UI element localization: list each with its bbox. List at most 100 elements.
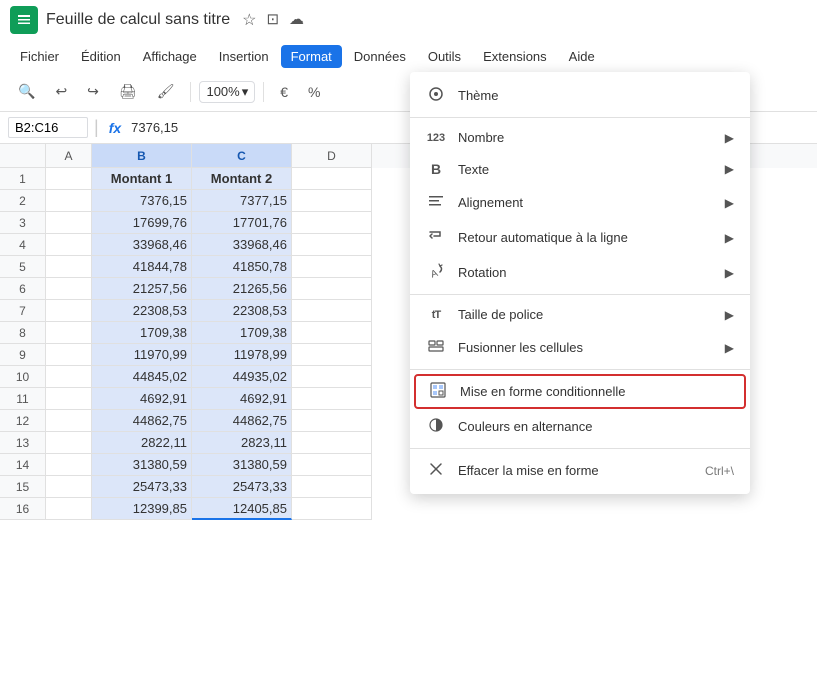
cell-12a[interactable] <box>46 410 92 432</box>
cell-11d[interactable] <box>292 388 372 410</box>
cell-9a[interactable] <box>46 344 92 366</box>
cell-7a[interactable] <box>46 300 92 322</box>
cell-1a[interactable] <box>46 168 92 190</box>
cell-3b[interactable]: 17699,76 <box>92 212 192 234</box>
menu-item-rotation[interactable]: A Rotation ▶ <box>410 255 750 290</box>
cell-4b[interactable]: 33968,46 <box>92 234 192 256</box>
menu-item-mef[interactable]: Mise en forme conditionnelle <box>414 374 746 409</box>
currency-button[interactable]: € <box>272 80 296 104</box>
cell-15b[interactable]: 25473,33 <box>92 476 192 498</box>
menu-edition[interactable]: Édition <box>71 45 131 68</box>
cell-14b[interactable]: 31380,59 <box>92 454 192 476</box>
cell-15a[interactable] <box>46 476 92 498</box>
cell-2c[interactable]: 7377,15 <box>192 190 292 212</box>
cell-16d[interactable] <box>292 498 372 520</box>
cell-11b[interactable]: 4692,91 <box>92 388 192 410</box>
col-header-d[interactable]: D <box>292 144 372 168</box>
cell-6a[interactable] <box>46 278 92 300</box>
col-header-c[interactable]: C <box>192 144 292 168</box>
cell-2d[interactable] <box>292 190 372 212</box>
undo-button[interactable]: ↩ <box>47 79 75 104</box>
menu-format[interactable]: Format <box>281 45 342 68</box>
cell-14c[interactable]: 31380,59 <box>192 454 292 476</box>
cell-4a[interactable] <box>46 234 92 256</box>
menu-item-nombre[interactable]: 123 Nombre ▶ <box>410 122 750 153</box>
cell-8d[interactable] <box>292 322 372 344</box>
cell-8b[interactable]: 1709,38 <box>92 322 192 344</box>
cell-7c[interactable]: 22308,53 <box>192 300 292 322</box>
menu-extensions[interactable]: Extensions <box>473 45 557 68</box>
menu-item-alignement[interactable]: Alignement ▶ <box>410 185 750 220</box>
cell-reference[interactable]: B2:C16 <box>8 117 88 138</box>
cell-14d[interactable] <box>292 454 372 476</box>
menu-item-taille[interactable]: tT Taille de police ▶ <box>410 299 750 330</box>
menu-aide[interactable]: Aide <box>559 45 605 68</box>
cell-10c[interactable]: 44935,02 <box>192 366 292 388</box>
cloud-icon[interactable]: ☁ <box>289 10 304 30</box>
cell-8a[interactable] <box>46 322 92 344</box>
cell-6b[interactable]: 21257,56 <box>92 278 192 300</box>
cell-13d[interactable] <box>292 432 372 454</box>
cell-4d[interactable] <box>292 234 372 256</box>
menu-item-effacer[interactable]: Effacer la mise en forme Ctrl+\ <box>410 453 750 488</box>
cell-11a[interactable] <box>46 388 92 410</box>
menu-item-fusionner[interactable]: Fusionner les cellules ▶ <box>410 330 750 365</box>
cell-7d[interactable] <box>292 300 372 322</box>
cell-6c[interactable]: 21265,56 <box>192 278 292 300</box>
print-button[interactable]: 🖨 <box>111 79 145 104</box>
cell-13a[interactable] <box>46 432 92 454</box>
redo-button[interactable]: ↪ <box>79 79 107 104</box>
cell-15d[interactable] <box>292 476 372 498</box>
cell-3d[interactable] <box>292 212 372 234</box>
col-header-a[interactable]: A <box>46 144 92 168</box>
cell-7b[interactable]: 22308,53 <box>92 300 192 322</box>
cell-1c[interactable]: Montant 2 <box>192 168 292 190</box>
search-button[interactable]: 🔍 <box>10 79 43 104</box>
folder-icon[interactable]: ⊡ <box>266 10 279 30</box>
cell-5d[interactable] <box>292 256 372 278</box>
cell-12b[interactable]: 44862,75 <box>92 410 192 432</box>
percent-button[interactable]: % <box>300 80 328 104</box>
cell-1d[interactable] <box>292 168 372 190</box>
menu-item-theme[interactable]: Thème <box>410 78 750 113</box>
cell-10b[interactable]: 44845,02 <box>92 366 192 388</box>
cell-9b[interactable]: 11970,99 <box>92 344 192 366</box>
menu-item-alternance[interactable]: Couleurs en alternance <box>410 409 750 444</box>
cell-8c[interactable]: 1709,38 <box>192 322 292 344</box>
menu-outils[interactable]: Outils <box>418 45 471 68</box>
cell-16a[interactable] <box>46 498 92 520</box>
zoom-selector[interactable]: 100% ▾ <box>199 81 255 103</box>
cell-5a[interactable] <box>46 256 92 278</box>
cell-1b[interactable]: Montant 1 <box>92 168 192 190</box>
menu-item-retour[interactable]: Retour automatique à la ligne ▶ <box>410 220 750 255</box>
cell-12c[interactable]: 44862,75 <box>192 410 292 432</box>
cell-5b[interactable]: 41844,78 <box>92 256 192 278</box>
cell-2b[interactable]: 7376,15 <box>92 190 192 212</box>
menu-insertion[interactable]: Insertion <box>209 45 279 68</box>
cell-3a[interactable] <box>46 212 92 234</box>
menu-fichier[interactable]: Fichier <box>10 45 69 68</box>
cell-16b[interactable]: 12399,85 <box>92 498 192 520</box>
cell-12d[interactable] <box>292 410 372 432</box>
cell-13b[interactable]: 2822,11 <box>92 432 192 454</box>
star-icon[interactable]: ☆ <box>242 10 256 30</box>
cell-6d[interactable] <box>292 278 372 300</box>
col-header-b[interactable]: B <box>92 144 192 168</box>
cell-14a[interactable] <box>46 454 92 476</box>
menu-donnees[interactable]: Données <box>344 45 416 68</box>
cell-11c[interactable]: 4692,91 <box>192 388 292 410</box>
menu-item-texte[interactable]: B Texte ▶ <box>410 153 750 185</box>
cell-10a[interactable] <box>46 366 92 388</box>
cell-9d[interactable] <box>292 344 372 366</box>
cell-4c[interactable]: 33968,46 <box>192 234 292 256</box>
cell-16c[interactable]: 12405,85 <box>192 498 292 520</box>
cell-3c[interactable]: 17701,76 <box>192 212 292 234</box>
cell-9c[interactable]: 11978,99 <box>192 344 292 366</box>
cell-5c[interactable]: 41850,78 <box>192 256 292 278</box>
copy-format-button[interactable]: 🖌 <box>149 79 183 104</box>
cell-15c[interactable]: 25473,33 <box>192 476 292 498</box>
cell-2a[interactable] <box>46 190 92 212</box>
menu-affichage[interactable]: Affichage <box>133 45 207 68</box>
cell-10d[interactable] <box>292 366 372 388</box>
cell-13c[interactable]: 2823,11 <box>192 432 292 454</box>
